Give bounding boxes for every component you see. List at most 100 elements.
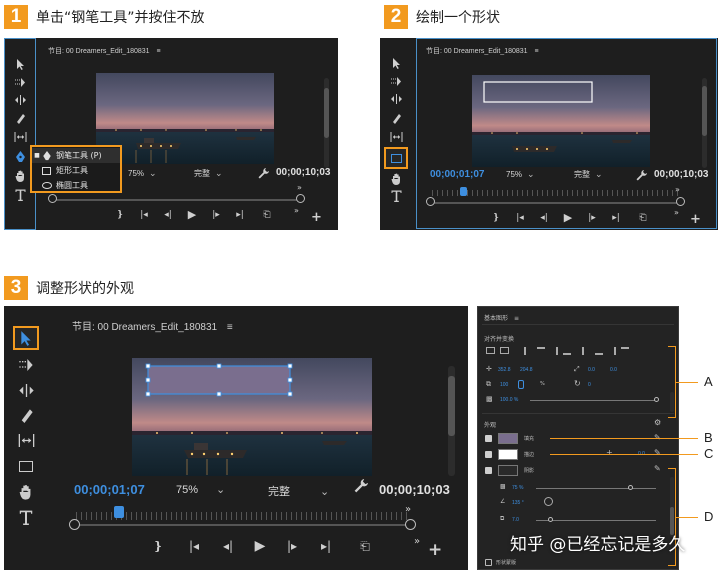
go-to-in-icon[interactable]: |◂ [508, 213, 532, 223]
shape-mask-checkbox[interactable] [485, 559, 492, 566]
playhead-timecode[interactable]: 00;00;01;07 [74, 482, 145, 497]
scrub-start-handle[interactable] [426, 197, 435, 206]
playhead-marker[interactable] [460, 187, 467, 196]
monitor-scrollbar-thumb[interactable] [324, 88, 329, 138]
step-forward-icon[interactable]: |▸ [204, 210, 228, 220]
distribute-v-icon[interactable] [608, 347, 616, 355]
mark-in-icon[interactable]: ❵ [108, 210, 132, 220]
step-back-icon[interactable]: ◂| [212, 539, 244, 553]
opacity-value[interactable]: 100.0 % [500, 397, 518, 403]
ripple-edit-tool[interactable] [4, 381, 48, 399]
button-editor-icon[interactable]: » [294, 206, 299, 215]
go-to-out-icon[interactable]: ▸| [308, 539, 344, 553]
eyedropper-icon[interactable]: ✎ [654, 448, 661, 457]
mark-in-icon[interactable]: ❵ [140, 539, 176, 553]
razor-tool[interactable] [5, 111, 35, 125]
distribute-spacing-icon[interactable] [621, 347, 629, 355]
go-to-in-icon[interactable]: |◂ [132, 210, 156, 220]
align-left-icon[interactable] [524, 347, 532, 355]
ripple-edit-tool[interactable] [380, 92, 412, 106]
razor-tool[interactable] [4, 406, 48, 424]
shadow-color-swatch[interactable] [498, 465, 518, 476]
stroke-checkbox[interactable] [485, 451, 492, 458]
selection-tool[interactable] [13, 326, 39, 350]
zoom-plus-icon[interactable]: » [405, 504, 411, 515]
scrub-bar[interactable] [432, 202, 680, 204]
type-tool[interactable] [380, 188, 412, 204]
button-editor-icon[interactable]: » [414, 536, 420, 547]
scrub-end-handle[interactable] [405, 519, 416, 530]
fill-checkbox[interactable] [485, 435, 492, 442]
export-frame-icon[interactable]: ⎗ [344, 539, 386, 554]
button-editor-icon[interactable]: » [674, 208, 679, 217]
track-select-tool[interactable] [5, 75, 35, 89]
anchor-y-value[interactable]: 0.0 [610, 367, 617, 373]
zoom-plus-icon[interactable]: » [297, 183, 302, 192]
selection-tool[interactable] [5, 57, 35, 71]
step-forward-icon[interactable]: |▸ [580, 213, 604, 223]
add-button-icon[interactable]: + [690, 212, 701, 227]
step-back-icon[interactable]: ◂| [532, 213, 556, 223]
step-back-icon[interactable]: ◂| [156, 210, 180, 220]
distribute-center-icon[interactable] [595, 347, 603, 355]
scrub-bar[interactable] [54, 199, 300, 201]
rectangle-tool[interactable] [384, 147, 408, 169]
eyedropper-icon[interactable]: ✎ [654, 464, 661, 473]
shadow-angle-value[interactable]: 135 ° [512, 500, 524, 506]
scrub-end-handle[interactable] [296, 194, 305, 203]
go-to-out-icon[interactable]: ▸| [228, 210, 252, 220]
slip-tool[interactable] [5, 130, 35, 144]
rotation-value[interactable]: 0 [588, 382, 591, 388]
playhead-marker[interactable] [114, 506, 124, 518]
shadow-opacity-value[interactable]: 75 % [512, 485, 523, 491]
zoom-dropdown[interactable]: 75% ⌄ [506, 169, 535, 180]
export-frame-icon[interactable]: ⎗ [628, 213, 658, 223]
track-select-tool[interactable] [380, 74, 412, 88]
panel-menu-icon[interactable]: ≡ [535, 48, 539, 55]
shadow-angle-dial[interactable] [544, 497, 553, 506]
type-tool[interactable] [4, 508, 48, 526]
monitor-scrollbar[interactable] [324, 78, 329, 168]
add-stroke-icon[interactable]: + [606, 448, 613, 457]
monitor-scrollbar[interactable] [702, 78, 707, 168]
hand-tool[interactable] [380, 172, 412, 186]
distribute-h-icon[interactable] [582, 347, 590, 355]
go-to-in-icon[interactable]: |◂ [176, 539, 212, 553]
fill-color-swatch[interactable] [498, 433, 518, 444]
panel-menu-icon[interactable]: ≡ [157, 48, 161, 55]
mark-in-icon[interactable]: ❵ [484, 213, 508, 223]
shadow-distance-slider[interactable] [536, 520, 656, 521]
scrub-start-handle[interactable] [69, 519, 80, 530]
slip-tool[interactable] [380, 130, 412, 144]
scale-value[interactable]: 100 [500, 382, 508, 388]
slip-tool[interactable] [4, 431, 48, 449]
program-video-frame[interactable] [472, 75, 650, 167]
hand-tool[interactable] [4, 483, 48, 501]
quality-dropdown[interactable]: 完整 ⌄ [194, 168, 223, 179]
wrench-icon[interactable] [636, 166, 647, 185]
position-x-value[interactable]: 352.8 [498, 367, 511, 373]
program-video-frame[interactable] [96, 73, 274, 164]
razor-tool[interactable] [380, 111, 412, 125]
playhead-timecode[interactable]: 00;00;01;07 [430, 169, 484, 180]
zoom-dropdown[interactable]: 75% ⌄ [128, 168, 157, 179]
wrench-icon[interactable]: ⚙ [654, 418, 661, 427]
opacity-slider-knob[interactable] [654, 397, 659, 402]
play-icon[interactable]: ▶ [180, 208, 204, 221]
align-horizontal-icon[interactable] [500, 347, 509, 354]
play-icon[interactable]: ▶ [244, 538, 276, 554]
scrub-bar[interactable] [76, 524, 410, 526]
play-icon[interactable]: ▶ [556, 211, 580, 224]
shadow-opacity-knob[interactable] [628, 485, 633, 490]
stroke-color-swatch[interactable] [498, 449, 518, 460]
program-video-frame[interactable] [132, 358, 372, 476]
panel-menu-icon[interactable]: ≡ [227, 322, 233, 333]
monitor-scrollbar[interactable] [448, 366, 455, 476]
monitor-scrollbar-thumb[interactable] [448, 376, 455, 436]
zoom-dropdown[interactable]: 75% ⌄ [176, 483, 225, 497]
position-y-value[interactable]: 204.8 [520, 367, 533, 373]
selection-tool[interactable] [380, 56, 412, 70]
export-frame-icon[interactable]: ⎗ [252, 210, 282, 220]
zoom-plus-icon[interactable]: » [675, 185, 680, 194]
panel-menu-icon[interactable]: ≡ [514, 315, 519, 322]
